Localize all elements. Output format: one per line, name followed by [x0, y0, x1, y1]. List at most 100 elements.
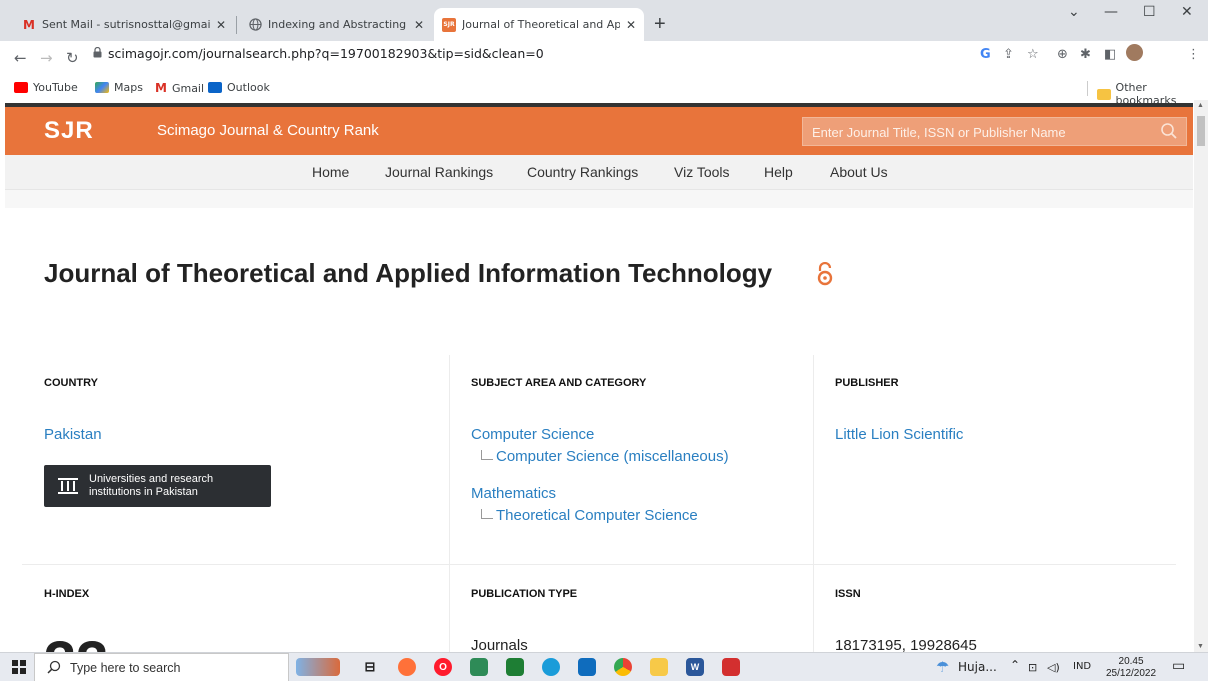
side-panel-icon[interactable]: ◧: [1104, 47, 1116, 62]
subject-category-link[interactable]: Computer Science (miscellaneous): [481, 448, 729, 465]
issn-heading: ISSN: [835, 588, 861, 600]
tab-journal[interactable]: SJR Journal of Theoretical and Applie ✕: [434, 8, 644, 41]
scrollbar-thumb[interactable]: [1197, 116, 1205, 146]
share-icon[interactable]: ⇪: [1003, 47, 1014, 62]
subject-area-link[interactable]: Computer Science: [471, 426, 594, 443]
folder-icon: [1097, 88, 1111, 100]
nav-about-us[interactable]: About Us: [830, 164, 888, 180]
photos-app-icon[interactable]: [470, 658, 488, 676]
bookmark-youtube[interactable]: YouTube: [14, 81, 78, 94]
lock-icon[interactable]: [93, 47, 102, 58]
reload-icon[interactable]: ↻: [66, 49, 79, 67]
opera-icon[interactable]: O: [434, 658, 452, 676]
tab-title: Sent Mail - sutrisnosttal@gmail.c: [42, 18, 210, 31]
column-divider: [449, 355, 450, 652]
spreadsheet-app-icon[interactable]: [506, 658, 524, 676]
nav-help[interactable]: Help: [764, 164, 793, 180]
tray-chevron-up-icon[interactable]: ⌃: [1010, 658, 1020, 672]
bookmarks-bar: YouTube Maps M Gmail Outlook Other bookm…: [0, 78, 1208, 107]
search-icon[interactable]: [1160, 122, 1178, 140]
hindex-heading: H-INDEX: [44, 588, 90, 600]
scroll-down-arrow-icon[interactable]: ▼: [1197, 643, 1204, 650]
close-tab-icon[interactable]: ✕: [210, 18, 226, 32]
windows-start-icon[interactable]: [12, 660, 26, 674]
nav-home[interactable]: Home: [312, 164, 349, 180]
taskbar-search-placeholder: Type here to search: [70, 661, 181, 675]
extension-globe-icon[interactable]: ⊕: [1057, 47, 1068, 62]
close-tab-icon[interactable]: ✕: [408, 18, 424, 32]
network-icon[interactable]: ⊡: [1028, 661, 1037, 674]
pubtype-heading: PUBLICATION TYPE: [471, 588, 578, 600]
address-bar[interactable]: scimagojr.com/journalsearch.php?q=197001…: [108, 46, 544, 61]
bookmark-outlook[interactable]: Outlook: [208, 81, 270, 94]
volume-icon[interactable]: ◁): [1047, 661, 1060, 674]
tab-sent-mail[interactable]: M Sent Mail - sutrisnosttal@gmail.c ✕: [14, 8, 234, 41]
hindex-value-clip: 33: [44, 634, 124, 652]
word-icon[interactable]: W: [686, 658, 704, 676]
subject-category-link[interactable]: Theoretical Computer Science: [481, 507, 698, 524]
bookmark-maps[interactable]: Maps: [95, 81, 143, 94]
pdf-reader-icon[interactable]: [722, 658, 740, 676]
globe-icon: [248, 18, 262, 32]
taskbar-search-input[interactable]: Type here to search: [34, 653, 289, 681]
google-translate-icon[interactable]: G: [980, 47, 991, 62]
windows-taskbar: Type here to search ⊟ O W ☂ Huja... ⌃ ⊡ …: [0, 652, 1208, 681]
file-explorer-icon[interactable]: [650, 658, 668, 676]
institution-icon: [58, 478, 78, 494]
sjr-logo[interactable]: SJR: [44, 117, 94, 145]
maps-icon: [95, 82, 109, 93]
browser-tab-strip: M Sent Mail - sutrisnosttal@gmail.c ✕ In…: [0, 0, 1208, 41]
weather-tray-text[interactable]: Huja...: [958, 660, 997, 674]
journal-search-input[interactable]: Enter Journal Title, ISSN or Publisher N…: [802, 117, 1187, 146]
open-access-icon: [817, 262, 833, 286]
back-icon[interactable]: ←: [14, 49, 27, 67]
main-navigation: Home Journal Rankings Country Rankings V…: [5, 155, 1193, 190]
extensions-puzzle-icon[interactable]: ✱: [1080, 47, 1091, 62]
nav-country-rankings[interactable]: Country Rankings: [527, 164, 638, 180]
site-title[interactable]: Scimago Journal & Country Rank: [157, 122, 379, 139]
nav-viz-tools[interactable]: Viz Tools: [674, 164, 730, 180]
edge-icon[interactable]: [542, 658, 560, 676]
notification-icon[interactable]: ▭: [1172, 658, 1185, 674]
column-divider: [813, 355, 814, 652]
subject-area-link[interactable]: Mathematics: [471, 485, 556, 502]
sjr-header: SJR Scimago Journal & Country Rank Enter…: [5, 103, 1193, 155]
pubtype-value: Journals: [471, 637, 528, 652]
close-tab-icon[interactable]: ✕: [620, 18, 636, 32]
nav-journal-rankings[interactable]: Journal Rankings: [385, 164, 493, 180]
country-link[interactable]: Pakistan: [44, 426, 102, 443]
taskbar-clock[interactable]: 20.45 25/12/2022: [1106, 656, 1156, 680]
page-scrollbar[interactable]: ▲ ▼: [1194, 100, 1208, 652]
search-icon: [47, 660, 61, 674]
browser-menu-icon[interactable]: ⋮: [1187, 47, 1200, 62]
gmail-icon: M: [155, 81, 167, 95]
new-tab-icon[interactable]: +: [654, 14, 666, 34]
scroll-up-arrow-icon[interactable]: ▲: [1197, 102, 1204, 109]
forward-icon[interactable]: →: [40, 49, 53, 67]
youtube-icon: [14, 82, 28, 93]
task-view-icon[interactable]: ⊟: [361, 658, 379, 676]
publisher-link[interactable]: Little Lion Scientific: [835, 426, 963, 443]
maximize-icon[interactable]: ☐: [1143, 4, 1156, 20]
hindex-value: 33: [44, 634, 109, 652]
minimize-icon[interactable]: —: [1104, 4, 1118, 20]
close-window-icon[interactable]: ✕: [1181, 4, 1193, 20]
bookmark-label: Maps: [114, 81, 143, 94]
bookmark-label: YouTube: [33, 81, 78, 94]
language-indicator[interactable]: IND: [1073, 661, 1091, 672]
publisher-heading: PUBLISHER: [835, 377, 899, 389]
bookmark-gmail[interactable]: M Gmail: [155, 81, 204, 95]
firefox-icon[interactable]: [398, 658, 416, 676]
bookmark-star-icon[interactable]: ☆: [1027, 47, 1039, 62]
store-icon[interactable]: [578, 658, 596, 676]
chrome-icon[interactable]: [614, 658, 632, 676]
institutions-button[interactable]: Universities and research institutions i…: [44, 465, 271, 507]
country-heading: COUNTRY: [44, 377, 98, 389]
tab-search-chevron-icon[interactable]: ⌄: [1068, 4, 1080, 20]
tab-indexing[interactable]: Indexing and Abstracting -Journa ✕: [240, 8, 432, 41]
category-label: Theoretical Computer Science: [496, 507, 698, 524]
weather-widget-icon[interactable]: [296, 658, 340, 676]
profile-avatar[interactable]: [1126, 44, 1143, 61]
weather-tray-icon[interactable]: ☂: [936, 658, 949, 676]
category-label: Computer Science (miscellaneous): [496, 448, 729, 465]
